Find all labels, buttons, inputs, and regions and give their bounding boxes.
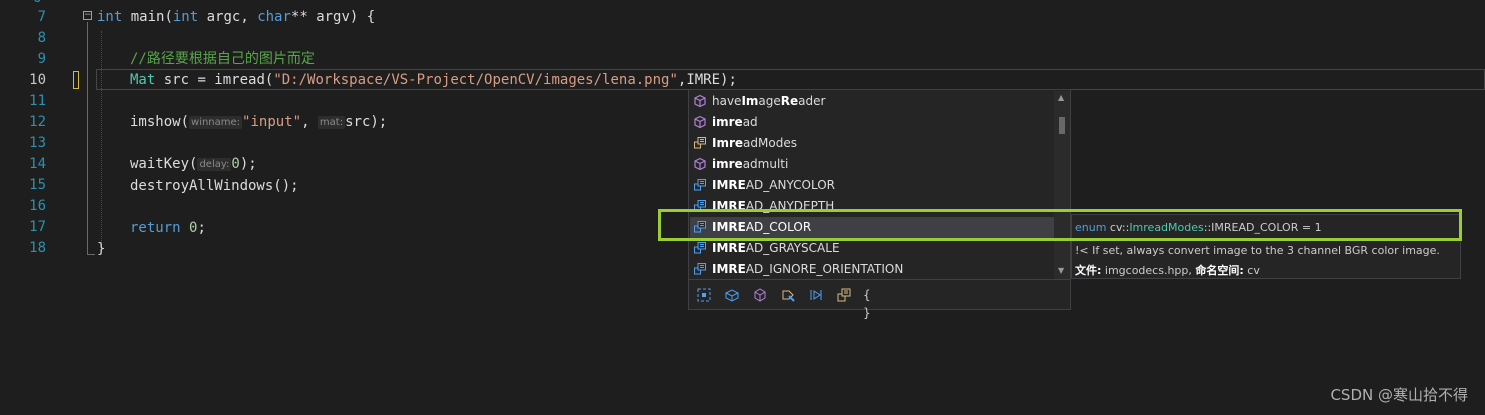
code-line-7[interactable]: int main(int argc, char** argv) { [97,7,375,28]
line-number: 9 [37,51,46,67]
filter-field-icon[interactable] [779,286,797,304]
tooltip-description: !< If set, always convert image to the 3… [1075,244,1440,257]
autocomplete-item-label: IMREAD_ANYCOLOR [712,178,836,192]
line-number: 13 [29,135,46,151]
code-line-17[interactable]: return 0; [130,218,206,239]
autocomplete-item-label: imreadmulti [712,157,789,171]
line-number: 16 [29,198,46,214]
indent-guide [101,31,102,247]
line-number: 12 [29,114,46,130]
autocomplete-filter-bar: { } [689,279,1070,320]
annotation-highlight-box [658,209,1462,241]
autocomplete-item-label: haveImageReader [712,94,826,108]
fold-guide [87,22,88,254]
code-line-9[interactable]: //路径要根据自己的图片而定 [130,49,315,70]
line-number: 17 [29,219,46,235]
autocomplete-item[interactable]: haveImageReader [690,91,1054,112]
param-hint-mat: mat: [317,116,346,129]
autocomplete-item[interactable]: IMREAD_IGNORE_ORIENTATION [690,259,1054,280]
watermark: CSDN @寒山拾不得 [1330,386,1468,404]
line-number: 14 [29,156,46,172]
fold-guide-end [87,254,95,255]
autocomplete-item[interactable]: imreadmulti [690,154,1054,175]
tooltip-meta: 文件: imgcodecs.hpp, 命名空间: cv [1075,264,1260,277]
filter-method-icon[interactable] [751,286,769,304]
autocomplete-item[interactable]: IMREAD_ANYCOLOR [690,175,1054,196]
filter-struct-icon[interactable] [723,286,741,304]
autocomplete-item-label: imread [712,115,758,129]
scroll-down-arrow-icon[interactable]: ▼ [1058,267,1064,275]
fold-toggle-icon[interactable]: − [83,11,92,20]
line-number: 8 [37,30,46,46]
line-number-gutter: 6 789101112131415161718 [0,0,62,415]
code-line-15[interactable]: destroyAllWindows(); [130,176,299,197]
line-number: 15 [29,177,46,193]
autocomplete-item-label: IMREAD_IGNORE_ORIENTATION [712,262,904,276]
autocomplete-item[interactable]: imread [690,112,1054,133]
line-number: 7 [37,9,46,25]
code-line-12[interactable]: imshow(winname: "input", mat: src); [130,112,387,133]
autocomplete-popup: haveImageReader imread ImreadModes imreadmu… [688,89,1071,320]
filter-snippet-icon[interactable] [695,286,713,304]
change-marker [73,71,79,89]
code-comment: //路径要根据自己的图片而定 [130,51,315,67]
autocomplete-item[interactable]: IMREAD_GRAYSCALE [690,238,1054,259]
autocomplete-item-label: ImreadModes [712,136,797,150]
autocomplete-item-label: IMREAD_GRAYSCALE [712,241,840,255]
code-line-18[interactable]: } [97,239,105,260]
param-hint-delay: delay: [197,158,232,171]
filter-enum-icon[interactable] [835,286,853,304]
param-hint-winname: winname: [189,116,243,129]
filter-namespace-icon[interactable]: { } [863,286,881,320]
line-number: 10 [29,72,46,88]
line-number: 18 [29,240,46,256]
filter-interface-icon[interactable] [807,286,825,304]
line-number: 11 [29,93,46,109]
scroll-thumb[interactable] [1059,117,1065,134]
autocomplete-item[interactable]: ImreadModes [690,133,1054,154]
scroll-up-arrow-icon[interactable]: ▲ [1058,94,1064,102]
autocomplete-scrollbar[interactable]: ▲ ▼ [1054,91,1070,279]
code-line-14[interactable]: waitKey(delay: 0); [130,154,257,175]
code-line-10[interactable]: Mat src = imread("D:/Workspace/VS-Projec… [130,70,737,91]
